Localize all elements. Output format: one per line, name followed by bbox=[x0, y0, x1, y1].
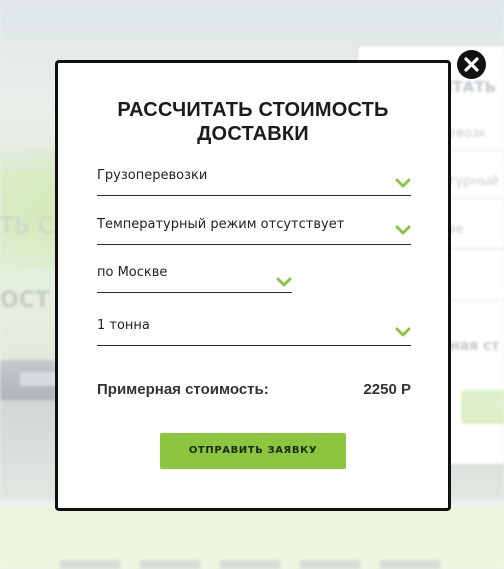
modal-title: РАССЧИТАТЬ СТОИМОСТЬ ДОСТАВКИ bbox=[58, 98, 448, 146]
modal-title-line: РАССЧИТАТЬ СТОИМОСТЬ bbox=[117, 99, 389, 121]
estimated-price-label: Примерная стоимость: bbox=[97, 381, 269, 398]
service-type-select[interactable]: Грузоперевозки bbox=[97, 167, 411, 196]
delivery-cost-modal: РАССЧИТАТЬ СТОИМОСТЬ ДОСТАВКИ Грузоперев… bbox=[55, 60, 451, 511]
weight-select[interactable]: 1 тонна bbox=[97, 317, 411, 346]
close-x-icon bbox=[464, 57, 479, 72]
chevron-down-icon bbox=[395, 327, 411, 337]
chevron-down-icon bbox=[395, 178, 411, 188]
modal-title-line: ДОСТАВКИ bbox=[197, 123, 309, 145]
background-hero-subtext: ОСТ bbox=[0, 288, 50, 313]
chevron-down-icon bbox=[276, 277, 292, 287]
submit-request-button[interactable]: ОТПРАВИТЬ ЗАЯВКУ bbox=[160, 433, 346, 469]
estimated-price-value: 2250 Р bbox=[363, 381, 411, 398]
background-truck-window bbox=[20, 372, 56, 386]
background-footer-text bbox=[60, 560, 440, 569]
close-modal-button[interactable] bbox=[457, 50, 486, 79]
route-select[interactable]: по Москве bbox=[97, 264, 292, 293]
route-value: по Москве bbox=[97, 265, 168, 280]
background-card-button: ОТ bbox=[461, 390, 504, 424]
service-type-value: Грузоперевозки bbox=[97, 168, 208, 183]
estimated-price-row: Примерная стоимость: 2250 Р bbox=[97, 381, 411, 403]
chevron-down-icon bbox=[395, 225, 411, 235]
weight-value: 1 тонна bbox=[97, 318, 150, 333]
temperature-mode-value: Температурный режим отсутствует bbox=[97, 217, 345, 232]
temperature-mode-select[interactable]: Температурный режим отсутствует bbox=[97, 216, 411, 245]
